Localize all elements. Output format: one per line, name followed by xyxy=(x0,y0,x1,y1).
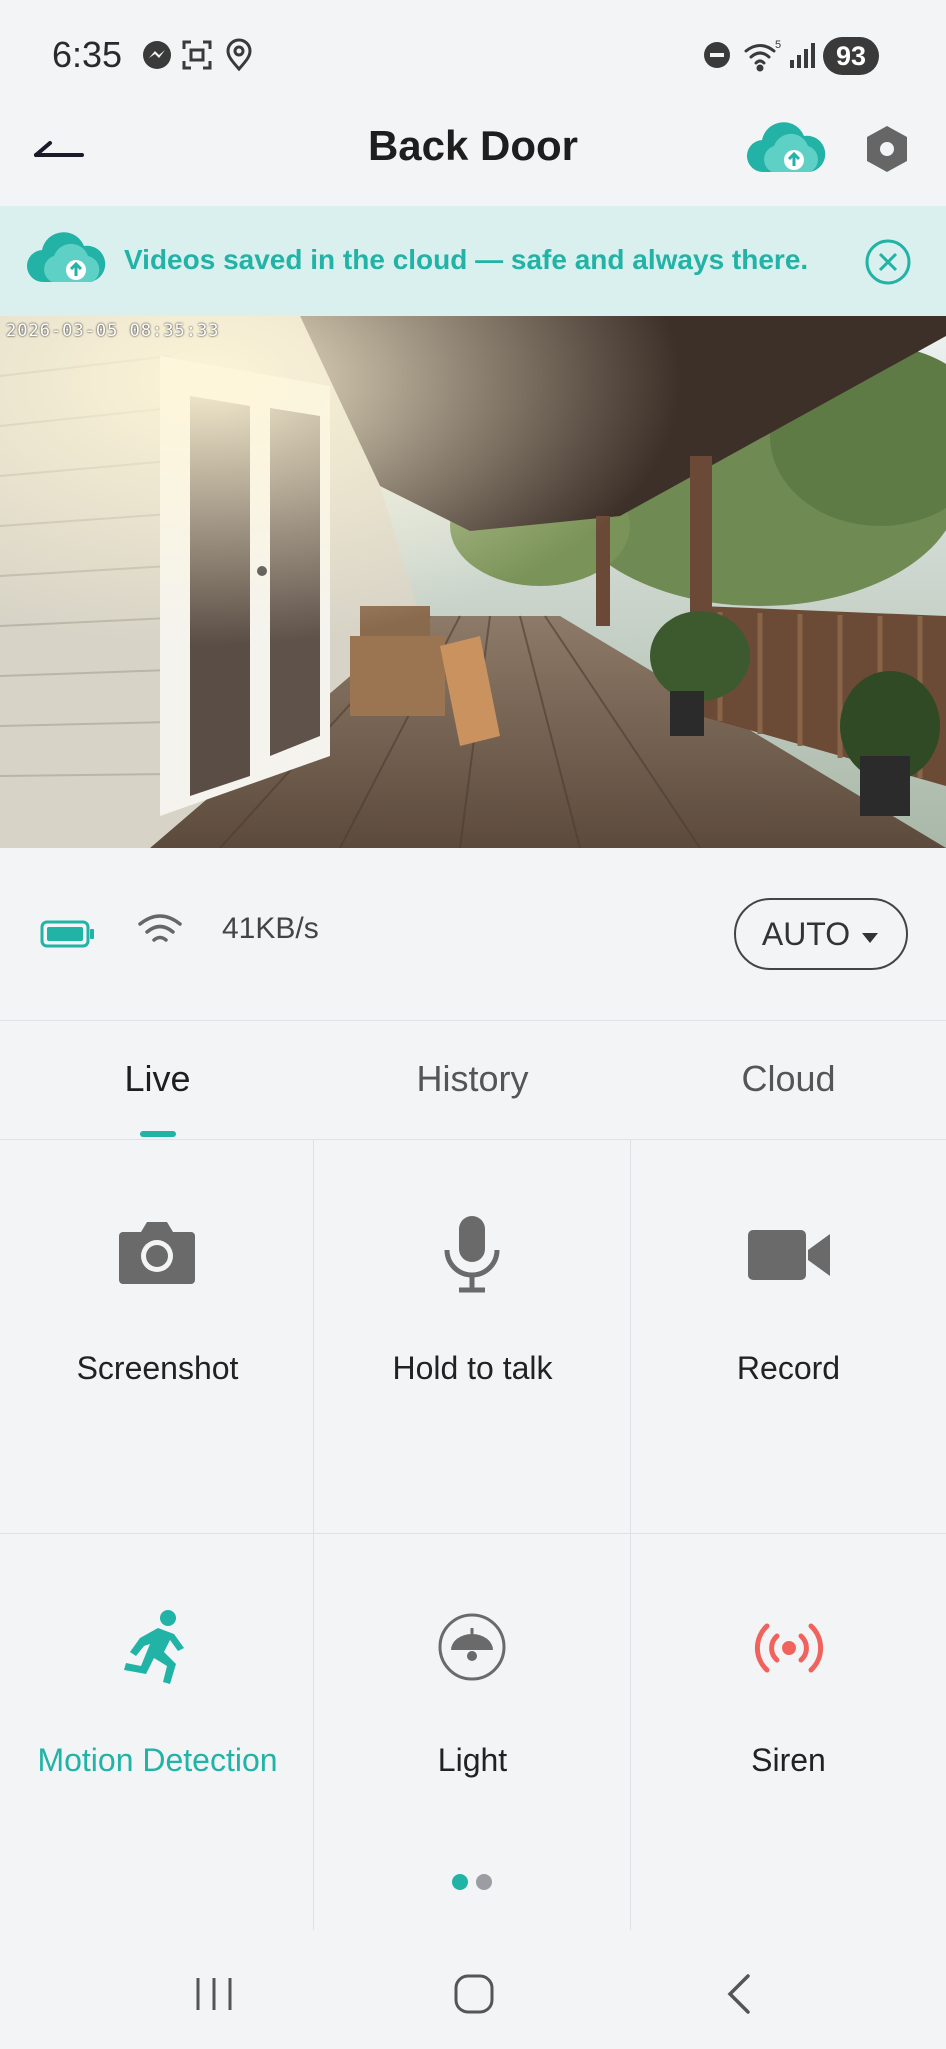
battery-icon xyxy=(40,918,96,950)
light-button[interactable]: Light xyxy=(315,1534,630,1927)
signal-icon xyxy=(786,38,820,72)
motion-detection-label: Motion Detection xyxy=(37,1742,278,1778)
light-label: Light xyxy=(437,1742,508,1778)
recent-apps-icon[interactable] xyxy=(192,1974,236,2014)
motion-detection-button[interactable]: Motion Detection xyxy=(0,1534,315,1927)
status-time: 6:35 xyxy=(52,34,123,75)
tab-live[interactable]: Live xyxy=(0,1058,315,1100)
lamp-icon xyxy=(437,1612,507,1682)
close-circle-icon[interactable] xyxy=(864,238,912,286)
wifi-strength-icon xyxy=(136,910,184,950)
hold-to-talk-label: Hold to talk xyxy=(392,1350,553,1386)
hold-to-talk-button[interactable]: Hold to talk xyxy=(315,1140,630,1533)
stream-speed: 41KB/s xyxy=(222,912,319,945)
cloud-upload-icon xyxy=(26,232,110,288)
active-tab-indicator xyxy=(140,1131,176,1137)
page-indicator-active xyxy=(452,1874,468,1890)
triangle-down-icon xyxy=(860,916,880,953)
home-icon[interactable] xyxy=(452,1972,496,2016)
siren-button[interactable]: Siren xyxy=(631,1534,946,1927)
quality-selector[interactable]: AUTO xyxy=(734,898,908,970)
camera-icon xyxy=(117,1216,197,1286)
porch-scene xyxy=(0,316,946,848)
divider xyxy=(0,1020,946,1021)
status-bar: 6:35 5 93 xyxy=(0,0,946,110)
wifi-icon: 5 xyxy=(742,38,782,72)
siren-label: Siren xyxy=(751,1742,826,1778)
screenshot-icon xyxy=(180,38,214,72)
system-nav-bar xyxy=(0,1940,946,2049)
microphone-icon xyxy=(439,1214,505,1294)
banner-text: Videos saved in the cloud — safe and alw… xyxy=(124,244,809,275)
tab-history[interactable]: History xyxy=(315,1058,630,1100)
screenshot-button[interactable]: Screenshot xyxy=(0,1140,315,1533)
location-icon xyxy=(222,38,256,72)
tab-cloud[interactable]: Cloud xyxy=(631,1058,946,1100)
svg-text:5: 5 xyxy=(775,39,781,51)
quality-label: AUTO xyxy=(761,915,851,952)
page-indicator[interactable] xyxy=(476,1874,492,1890)
messenger-icon xyxy=(140,38,174,72)
cloud-upload-icon[interactable] xyxy=(744,122,828,178)
video-timestamp: 2026-03-05 08:35:33 xyxy=(6,321,220,341)
back-nav-icon[interactable] xyxy=(722,1972,756,2016)
running-person-icon xyxy=(118,1608,198,1688)
record-button[interactable]: Record xyxy=(631,1140,946,1533)
screenshot-label: Screenshot xyxy=(76,1350,239,1386)
siren-icon xyxy=(750,1618,828,1678)
video-camera-icon xyxy=(746,1228,832,1282)
hexagon-settings-icon[interactable] xyxy=(862,124,912,174)
live-video-feed[interactable]: 2026-03-05 08:35:33 xyxy=(0,316,946,848)
battery-percent: 93 xyxy=(835,40,867,71)
record-label: Record xyxy=(736,1350,841,1386)
battery-level: 93 xyxy=(823,37,879,75)
dnd-icon xyxy=(700,38,734,72)
